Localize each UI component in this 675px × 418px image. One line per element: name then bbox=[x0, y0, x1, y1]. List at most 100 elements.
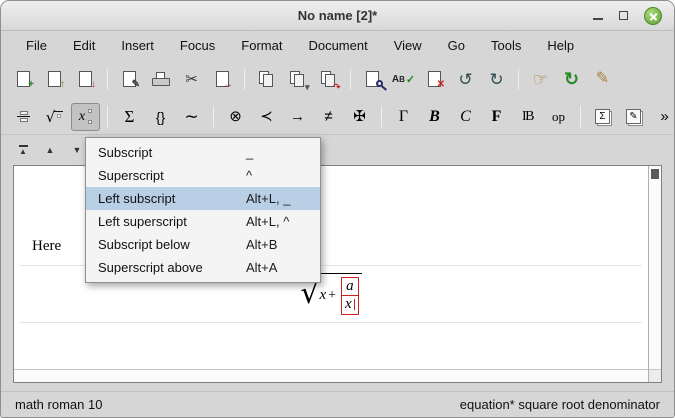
focus-up-icon[interactable]: ▲ bbox=[38, 139, 62, 161]
maximize-button[interactable] bbox=[619, 11, 628, 20]
menu-file[interactable]: File bbox=[15, 35, 58, 56]
menu-format[interactable]: Format bbox=[230, 35, 293, 56]
insert-big-sum-icon[interactable]: Σ bbox=[588, 103, 617, 131]
focus-down-icon-glyph: ▼ bbox=[73, 146, 82, 155]
toolbar-separator bbox=[107, 69, 108, 90]
edit-source-icon-art: ✎ bbox=[123, 71, 136, 87]
toolbar-separator bbox=[107, 106, 108, 127]
jump-to-top-icon-art: ▲ bbox=[19, 145, 28, 156]
open-document-icon[interactable]: ↑ bbox=[40, 65, 69, 93]
status-right: equation* square root denominator bbox=[460, 397, 660, 412]
titlebar[interactable]: No name [2]* bbox=[1, 1, 674, 31]
wide-accent-icon-glyph: ∼ bbox=[184, 108, 198, 125]
save-document-icon-art: ↓ bbox=[79, 71, 92, 87]
braces-icon-glyph: {} bbox=[156, 110, 165, 124]
new-document-icon-art: + bbox=[17, 71, 30, 87]
blackboard-bold-icon[interactable]: IB bbox=[513, 103, 542, 131]
rightarrow-icon[interactable]: → bbox=[283, 103, 312, 131]
redo-icon[interactable]: ↻ bbox=[482, 65, 511, 93]
horizontal-scrollbar[interactable] bbox=[14, 369, 648, 382]
radical-bar bbox=[54, 111, 63, 120]
main-toolbar: +↑↓✎✂→▾↷AB✓✕↺↻☞↻✎ bbox=[1, 59, 674, 99]
menu-help[interactable]: Help bbox=[536, 35, 585, 56]
radicand-cell bbox=[57, 114, 61, 118]
fraktur-icon[interactable]: F bbox=[482, 103, 511, 131]
export-icon-art: → bbox=[216, 71, 229, 87]
new-document-icon[interactable]: + bbox=[9, 65, 38, 93]
menu-item-superscript-above[interactable]: Superscript above Alt+A bbox=[86, 256, 320, 279]
vertical-scrollbar-thumb[interactable] bbox=[651, 169, 659, 179]
edit-source-icon[interactable]: ✎ bbox=[115, 65, 144, 93]
toolbar-overflow-icon[interactable]: » bbox=[650, 103, 675, 131]
menu-item-shortcut: Alt+L, ^ bbox=[246, 214, 289, 229]
status-left: math roman 10 bbox=[15, 397, 102, 412]
fraction-denominator-box: x bbox=[341, 295, 359, 314]
undo-icon-glyph: ↺ bbox=[458, 71, 472, 88]
spellcheck-icon[interactable]: AB✓ bbox=[389, 65, 418, 93]
reload-icon[interactable]: ↻ bbox=[557, 65, 586, 93]
maltese-icon[interactable]: ✠ bbox=[345, 103, 374, 131]
vertical-scrollbar[interactable] bbox=[648, 166, 661, 369]
menu-go[interactable]: Go bbox=[437, 35, 476, 56]
menu-item-left-superscript[interactable]: Left superscript Alt+L, ^ bbox=[86, 210, 320, 233]
operator-name-icon[interactable]: op bbox=[544, 103, 573, 131]
fraction-bar bbox=[17, 116, 30, 117]
menu-tools[interactable]: Tools bbox=[480, 35, 532, 56]
export-icon[interactable]: → bbox=[208, 65, 237, 93]
overlay-glyph: ↑ bbox=[60, 80, 65, 90]
statusbar: math roman 10 equation* square root deno… bbox=[1, 391, 674, 417]
scripts-icon[interactable]: x bbox=[71, 103, 100, 131]
menu-edit[interactable]: Edit bbox=[62, 35, 106, 56]
menu-view[interactable]: View bbox=[383, 35, 433, 56]
close-button[interactable] bbox=[644, 7, 662, 25]
menu-item-subscript[interactable]: Subscript _ bbox=[86, 141, 320, 164]
letter-b: B bbox=[399, 75, 405, 84]
big-operator-icon[interactable]: Σ bbox=[115, 103, 144, 131]
greek-letter-icon[interactable]: Γ bbox=[389, 103, 418, 131]
menu-item-left-subscript[interactable]: Left subscript Alt+L, _ bbox=[86, 187, 320, 210]
paste-icon[interactable]: ▾ bbox=[283, 65, 312, 93]
undo-icon[interactable]: ↺ bbox=[451, 65, 480, 93]
annotate-hand-icon[interactable]: ✎ bbox=[588, 65, 617, 93]
toolbar-separator bbox=[518, 69, 519, 90]
square-root-icon[interactable]: √ bbox=[40, 103, 69, 131]
overlay-glyph: → bbox=[223, 80, 233, 90]
bold-math-icon-glyph: B bbox=[429, 109, 440, 125]
find-icon[interactable] bbox=[358, 65, 387, 93]
print-icon[interactable] bbox=[146, 65, 175, 93]
stop-icon[interactable]: ✕ bbox=[420, 65, 449, 93]
greek-letter-icon-glyph: Γ bbox=[399, 109, 408, 125]
wide-accent-icon[interactable]: ∼ bbox=[177, 103, 206, 131]
fraction-focus-box: a x bbox=[341, 277, 359, 315]
menu-document[interactable]: Document bbox=[297, 35, 378, 56]
menu-item-superscript[interactable]: Superscript ^ bbox=[86, 164, 320, 187]
menu-insert[interactable]: Insert bbox=[110, 35, 165, 56]
save-document-icon[interactable]: ↓ bbox=[71, 65, 100, 93]
toolbar-separator bbox=[213, 106, 214, 127]
bold-math-icon[interactable]: B bbox=[420, 103, 449, 131]
neq-icon[interactable]: ≠ bbox=[314, 103, 343, 131]
minimize-button[interactable] bbox=[593, 12, 603, 20]
fraktur-icon-glyph: F bbox=[492, 109, 502, 125]
denominator-cell bbox=[20, 118, 28, 122]
jump-to-top-icon[interactable]: ▲ bbox=[11, 139, 35, 161]
fraction-icon[interactable] bbox=[9, 103, 38, 131]
fraction-icon-art bbox=[17, 111, 30, 122]
pointer-hand-icon[interactable]: ☞ bbox=[526, 65, 555, 93]
menu-item-label: Subscript below bbox=[98, 237, 246, 252]
edit-macro-icon[interactable]: ✎ bbox=[619, 103, 648, 131]
replace-icon[interactable]: ↷ bbox=[314, 65, 343, 93]
redo-icon-glyph: ↻ bbox=[489, 71, 503, 88]
menu-focus[interactable]: Focus bbox=[169, 35, 226, 56]
prec-icon[interactable]: ≺ bbox=[252, 103, 281, 131]
otimes-icon[interactable]: ⊗ bbox=[221, 103, 250, 131]
scrollbar-corner bbox=[648, 369, 661, 382]
calligraphic-icon[interactable]: C bbox=[451, 103, 480, 131]
toolbar-overflow-icon-glyph: » bbox=[660, 109, 668, 124]
cut-icon[interactable]: ✂ bbox=[177, 65, 206, 93]
open-document-icon-art: ↑ bbox=[48, 71, 61, 87]
copy-icon[interactable] bbox=[252, 65, 281, 93]
calligraphic-icon-glyph: C bbox=[460, 109, 471, 125]
braces-icon[interactable]: {} bbox=[146, 103, 175, 131]
menu-item-subscript-below[interactable]: Subscript below Alt+B bbox=[86, 233, 320, 256]
